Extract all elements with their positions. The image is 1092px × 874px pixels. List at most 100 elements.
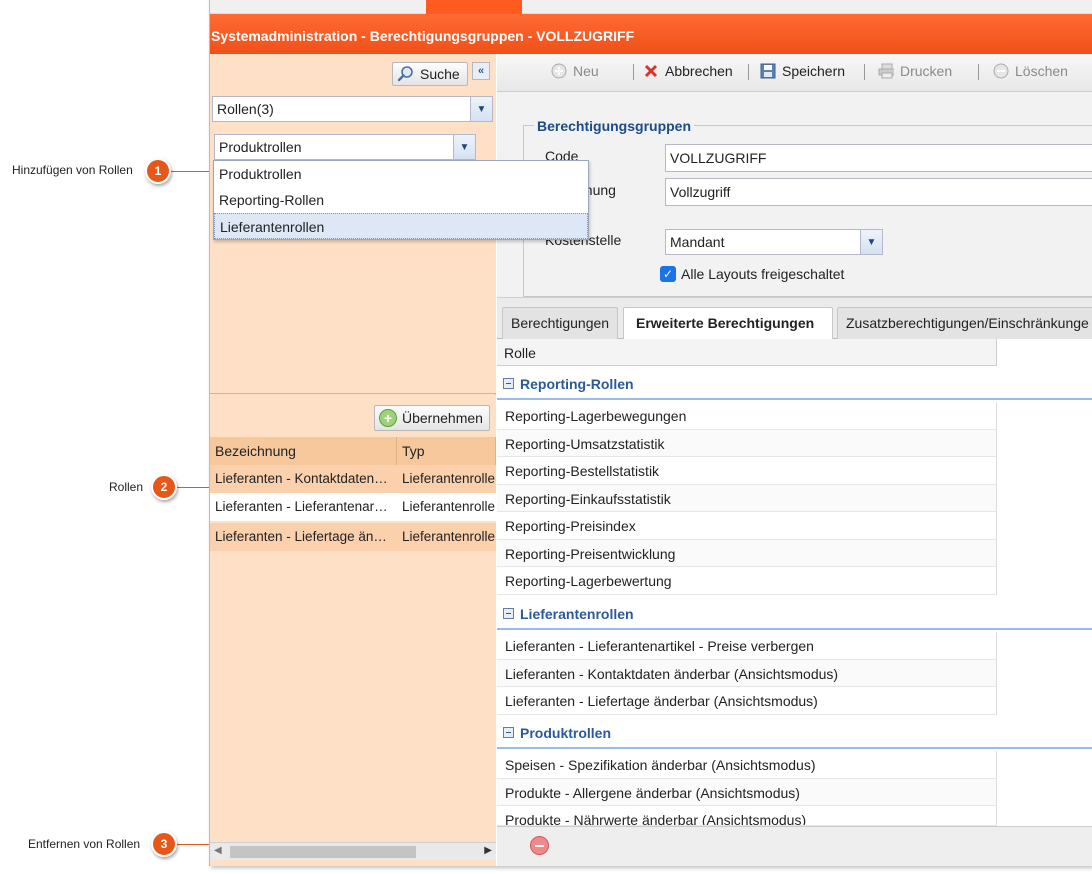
print-button-label: Drucken [900,63,953,79]
table-row[interactable]: Reporting-Umsatzstatistik [497,429,997,457]
available-roles-panel: + Übernehmen Bezeichnung Typ Lieferanten… [210,395,496,866]
toolbar-divider [633,64,634,80]
printer-icon [878,63,894,79]
group-title: Reporting-Rollen [520,376,634,392]
search-icon [397,65,415,83]
role-type-combo[interactable]: Produktrollen ▼ [214,134,476,160]
chevron-down-icon[interactable]: ▼ [453,135,475,159]
table-row[interactable]: Lieferanten - Lieferantenar… Lieferanten… [210,493,496,521]
table-row[interactable]: Lieferanten - Kontaktdaten änderbar (Ans… [497,659,997,687]
table-row[interactable]: Lieferanten - Liefertage änderbar (Ansic… [497,687,997,715]
column-header-role[interactable]: Rolle [497,339,997,366]
chevron-down-icon[interactable]: ▼ [860,230,882,254]
new-button-label: Neu [573,63,599,79]
collapse-toggle-icon[interactable] [503,727,514,738]
row-name: Lieferanten - Kontaktdaten… [215,471,388,486]
apply-button[interactable]: + Übernehmen [374,405,490,431]
cancel-button[interactable]: Abbrechen [643,63,733,79]
table-row[interactable]: Reporting-Lagerbewertung [497,567,997,595]
chevron-down-icon[interactable]: ▼ [470,97,492,121]
tab-additional-permissions[interactable]: Zusatzberechtigungen/Einschränkunge [837,307,1092,339]
table-row[interactable]: Lieferanten - Lieferantenartikel - Preis… [497,632,997,660]
close-icon [643,63,659,79]
remove-role-button[interactable] [530,836,549,855]
dropdown-option[interactable]: Reporting-Rollen [214,187,588,213]
role-type-combo-value: Produktrollen [219,139,302,155]
floppy-disk-icon [760,63,776,79]
layouts-label: Alle Layouts freigeschaltet [681,266,845,282]
tab-permissions[interactable]: Berechtigungen [502,307,618,339]
column-header-type[interactable]: Typ [397,437,496,465]
save-button[interactable]: Speichern [760,63,845,79]
active-top-tab[interactable] [426,0,522,14]
code-field[interactable]: VOLLZUGRIFF [665,144,1092,172]
horizontal-scrollbar[interactable]: ◀ ▶ [210,842,496,860]
callout-badge: 2 [151,474,177,500]
delete-button-label: Löschen [1015,63,1068,79]
collapse-panel-icon[interactable]: « [472,62,490,80]
cost-center-combo[interactable]: Mandant ▼ [665,229,883,255]
callout-label: Hinzufügen von Rollen [12,163,133,177]
table-row[interactable]: Reporting-Preisindex [497,512,997,540]
left-panel: Suche « Rollen(3) ▼ Produktrollen ▼ + Üb… [210,54,589,866]
table-row[interactable]: Reporting-Bestellstatistik [497,457,997,485]
table-row[interactable]: Lieferanten - Liefertage än… Lieferanten… [210,523,496,551]
apply-button-label: Übernehmen [402,410,483,426]
delete-button[interactable]: Löschen [993,63,1068,79]
search-button-label: Suche [420,66,460,82]
app-window: Systemadministration - Berechtigungsgrup… [209,0,1092,866]
name-field-value: Vollzugriff [670,184,731,200]
cancel-button-label: Abbrechen [665,63,733,79]
layouts-checkbox[interactable]: ✓ [660,266,676,282]
group-header-supplier[interactable]: Lieferantenrollen [497,596,1092,630]
table-row[interactable]: Produkte - Allergene änderbar (Ansichtsm… [497,778,997,806]
scroll-right-icon[interactable]: ▶ [484,845,492,856]
table-row[interactable]: Speisen - Spezifikation änderbar (Ansich… [497,751,997,779]
dropdown-option[interactable]: Produktrollen [214,161,588,187]
search-button[interactable]: Suche [392,62,468,86]
row-name: Lieferanten - Lieferantenar… [215,499,388,514]
role-type-dropdown: Produktrollen Reporting-Rollen Lieferant… [213,160,589,240]
grid-footer [497,826,1092,866]
group-title: Produktrollen [520,725,612,741]
callout-badge: 1 [145,158,171,184]
collapse-toggle-icon[interactable] [503,378,514,389]
print-button[interactable]: Drucken [878,63,952,79]
scroll-left-icon[interactable]: ◀ [214,845,222,856]
tab-extended-permissions[interactable]: Erweiterte Berechtigungen [623,307,833,340]
dropdown-option[interactable]: Lieferantenrollen [214,213,588,239]
minus-icon [535,844,544,847]
add-icon: + [379,409,397,427]
plus-circle-icon [551,63,567,79]
scrollbar-thumb[interactable] [230,846,416,858]
roles-combo[interactable]: Rollen(3) ▼ [212,96,493,122]
callout-badge: 3 [151,831,177,857]
fieldset-legend: Berechtigungsgruppen [534,118,695,134]
toolbar: Neu Abbrechen Speichern Drucken Löschen [497,54,1092,92]
collapse-toggle-icon[interactable] [503,608,514,619]
minus-circle-icon [993,63,1009,79]
column-header-name[interactable]: Bezeichnung [210,437,397,465]
tab-bar: Berechtigungen Erweiterte Berechtigungen… [497,298,1092,340]
window-title: Systemadministration - Berechtigungsgrup… [210,14,1092,54]
new-button[interactable]: Neu [551,63,599,79]
callout-connector [170,171,212,172]
table-row[interactable]: Produkte - Nährwerte änderbar (Ansichtsm… [497,806,997,826]
row-name: Lieferanten - Liefertage än… [215,529,387,544]
row-type: Lieferantenrolle [402,499,496,514]
table-row[interactable]: Reporting-Lagerbewegungen [497,402,997,430]
group-header-reporting[interactable]: Reporting-Rollen [497,366,1092,400]
name-field[interactable]: Vollzugriff [665,178,1092,206]
table-row[interactable]: Lieferanten - Kontaktdaten… Lieferantenr… [210,465,496,493]
available-roles-header: Bezeichnung Typ [210,437,496,465]
toolbar-divider [864,64,865,80]
group-title: Lieferantenrollen [520,606,634,622]
table-row[interactable]: Reporting-Preisentwicklung [497,539,997,567]
group-header-product[interactable]: Produktrollen [497,715,1092,749]
callout-label: Entfernen von Rollen [28,837,141,851]
toolbar-divider [748,64,749,80]
row-type: Lieferantenrolle [402,529,496,544]
table-row[interactable]: Reporting-Einkaufsstatistik [497,484,997,512]
save-button-label: Speichern [782,63,846,79]
cost-center-value: Mandant [670,234,725,250]
